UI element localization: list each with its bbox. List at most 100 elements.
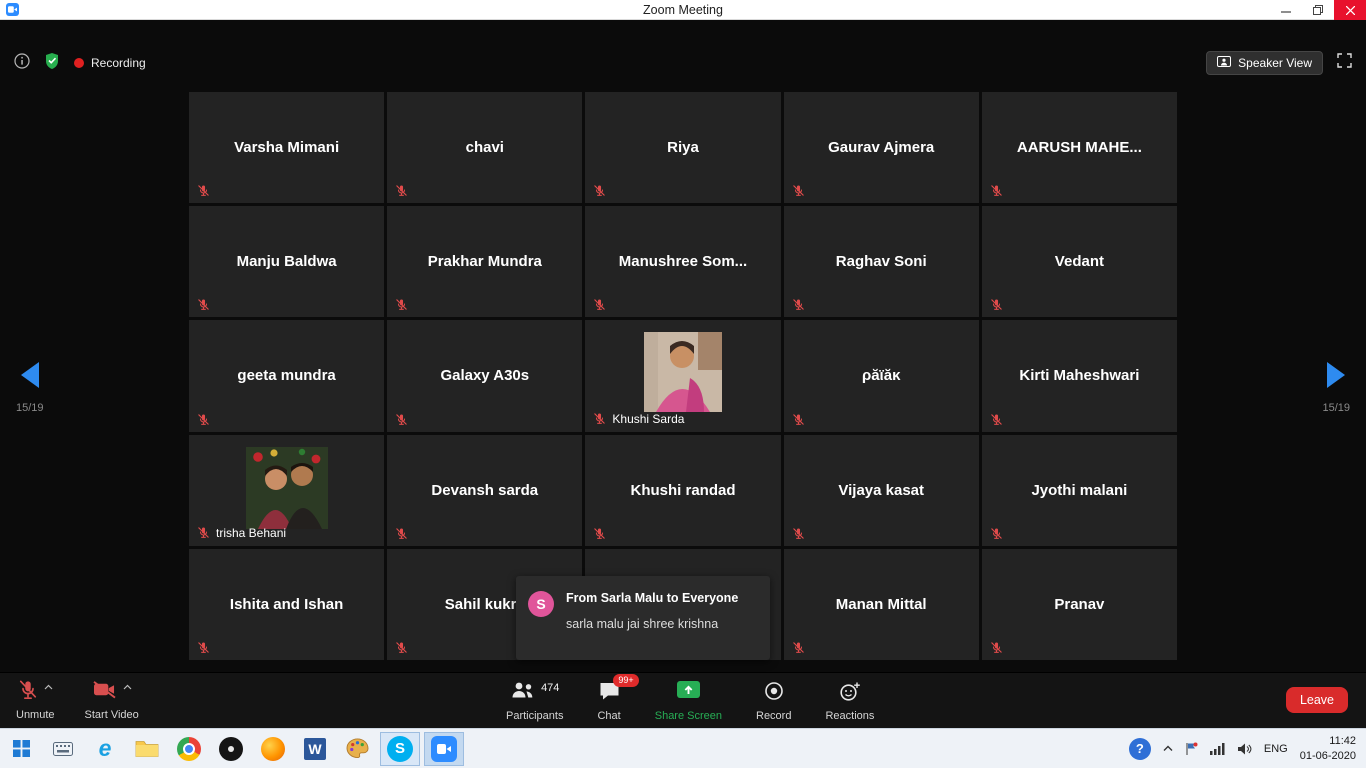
reactions-label: Reactions xyxy=(825,710,874,722)
next-page-arrow-icon[interactable] xyxy=(1327,362,1345,388)
participant-name: geeta mundra xyxy=(189,320,384,431)
chat-button[interactable]: 99+ Chat xyxy=(597,681,620,722)
chat-label: Chat xyxy=(597,710,620,722)
fullscreen-icon[interactable] xyxy=(1337,53,1352,73)
muted-mic-icon xyxy=(593,527,606,540)
participant-tile[interactable]: Devansh sarda xyxy=(387,435,582,546)
skype-icon[interactable]: S xyxy=(380,732,420,766)
speaker-icon[interactable] xyxy=(1237,743,1252,755)
participant-tile[interactable]: Ishita and Ishan xyxy=(189,549,384,660)
language-indicator[interactable]: ENG xyxy=(1264,743,1288,755)
participant-tile[interactable]: Prakhar Mundra xyxy=(387,206,582,317)
participant-tile[interactable]: Khushi randad xyxy=(585,435,780,546)
participant-tile[interactable]: Manan Mittal xyxy=(784,549,979,660)
unmute-button[interactable]: Unmute xyxy=(16,680,55,721)
participant-tile[interactable]: Pranav xyxy=(982,549,1177,660)
touch-keyboard-icon[interactable] xyxy=(42,729,84,768)
participant-tile[interactable]: Vedant xyxy=(982,206,1177,317)
chrome-icon[interactable] xyxy=(168,729,210,768)
muted-mic-icon xyxy=(792,413,805,426)
participant-tile[interactable]: Jyothi malani xyxy=(982,435,1177,546)
participant-tile[interactable]: chavi xyxy=(387,92,582,203)
record-icon xyxy=(764,681,784,706)
muted-mic-icon xyxy=(792,298,805,311)
participant-name: Vedant xyxy=(982,206,1177,317)
speaker-view-button[interactable]: Speaker View xyxy=(1206,51,1323,75)
participant-tile[interactable]: Galaxy A30s xyxy=(387,320,582,431)
muted-mic-icon xyxy=(792,641,805,654)
participant-name: Prakhar Mundra xyxy=(387,206,582,317)
chat-notification-title: From Sarla Malu to Everyone xyxy=(566,591,738,605)
participant-tile[interactable]: AARUSH MAHE... xyxy=(982,92,1177,203)
muted-mic-icon xyxy=(395,184,408,197)
chat-icon: 99+ xyxy=(598,681,621,706)
participant-name: Vijaya kasat xyxy=(784,435,979,546)
participant-tile[interactable]: Raghav Soni xyxy=(784,206,979,317)
unmute-options-chevron[interactable] xyxy=(44,677,53,695)
muted-mic-icon xyxy=(395,641,408,654)
muted-mic-icon xyxy=(990,527,1003,540)
word-icon[interactable]: W xyxy=(294,729,336,768)
meeting-toolbar: Recording Speaker View xyxy=(0,40,1366,86)
participant-name: chavi xyxy=(387,92,582,203)
participant-video-frame xyxy=(246,447,328,534)
participant-tile[interactable]: geeta mundra xyxy=(189,320,384,431)
chat-sender-avatar: S xyxy=(528,591,554,617)
previous-page-control[interactable]: 15/19 xyxy=(16,362,44,414)
previous-page-arrow-icon[interactable] xyxy=(21,362,39,388)
start-button[interactable] xyxy=(0,729,42,768)
participants-button[interactable]: 474 Participants xyxy=(506,681,563,722)
participant-tile[interactable]: Gaurav Ajmera xyxy=(784,92,979,203)
participant-tile[interactable]: Varsha Mimani xyxy=(189,92,384,203)
chat-notification[interactable]: S From Sarla Malu to Everyone sarla malu… xyxy=(516,576,770,660)
reactions-button[interactable]: Reactions xyxy=(825,681,874,722)
taskbar-clock[interactable]: 11:42 01-06-2020 xyxy=(1300,734,1356,764)
participant-name: Ishita and Ishan xyxy=(189,549,384,660)
get-help-icon[interactable]: ? xyxy=(1129,738,1151,760)
muted-mic-icon xyxy=(197,413,210,426)
participant-name: Manushree Som... xyxy=(585,206,780,317)
participant-name: Kirti Maheshwari xyxy=(982,320,1177,431)
participant-video xyxy=(644,332,722,412)
next-page-control[interactable]: 15/19 xyxy=(1322,362,1350,414)
muted-mic-icon xyxy=(990,641,1003,654)
windows-taskbar: e W S ? ENG xyxy=(0,728,1366,768)
muted-mic-icon xyxy=(990,413,1003,426)
participant-grid: Varsha MimanichaviRiyaGaurav AjmeraAARUS… xyxy=(189,92,1177,660)
participant-tile[interactable]: Khushi Sarda xyxy=(585,320,780,431)
info-icon[interactable] xyxy=(14,53,30,74)
participant-tile[interactable]: Manju Baldwa xyxy=(189,206,384,317)
participant-tile[interactable]: Riya xyxy=(585,92,780,203)
participant-name: Manju Baldwa xyxy=(189,206,384,317)
muted-mic-icon xyxy=(990,298,1003,311)
participant-tile[interactable]: ρӑϊӑκ xyxy=(784,320,979,431)
meeting-stage: Recording Speaker View Varsha Mimanichav… xyxy=(0,20,1366,672)
share-screen-button[interactable]: Share Screen xyxy=(655,681,722,722)
meeting-control-bar: Unmute Start Video 474 xyxy=(0,672,1366,728)
participant-name: trisha Behani xyxy=(216,526,286,540)
show-hidden-icons-chevron[interactable] xyxy=(1163,745,1173,752)
leave-button[interactable]: Leave xyxy=(1286,687,1348,713)
start-video-button[interactable]: Start Video xyxy=(85,680,139,721)
muted-mic-icon xyxy=(395,527,408,540)
participant-tile[interactable]: trisha Behani xyxy=(189,435,384,546)
record-label: Record xyxy=(756,710,791,722)
participant-name: Jyothi malani xyxy=(982,435,1177,546)
network-signal-icon[interactable] xyxy=(1210,743,1225,755)
muted-mic-icon xyxy=(197,184,210,197)
participant-name: Khushi Sarda xyxy=(612,412,684,426)
defender-flag-icon[interactable] xyxy=(1185,742,1198,756)
participant-tile[interactable]: Vijaya kasat xyxy=(784,435,979,546)
media-player-icon[interactable] xyxy=(210,729,252,768)
video-options-chevron[interactable] xyxy=(123,677,132,695)
record-button[interactable]: Record xyxy=(756,681,791,722)
speaker-view-icon xyxy=(1217,56,1231,70)
firefox-icon[interactable] xyxy=(252,729,294,768)
zoom-taskbar-icon[interactable] xyxy=(424,732,464,766)
participant-tile[interactable]: Kirti Maheshwari xyxy=(982,320,1177,431)
participant-tile[interactable]: Manushree Som... xyxy=(585,206,780,317)
paint-icon[interactable] xyxy=(336,729,378,768)
encryption-shield-icon[interactable] xyxy=(44,52,60,75)
internet-explorer-icon[interactable]: e xyxy=(84,729,126,768)
file-explorer-icon[interactable] xyxy=(126,729,168,768)
